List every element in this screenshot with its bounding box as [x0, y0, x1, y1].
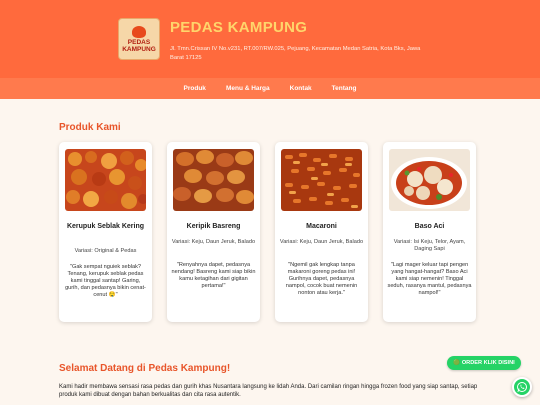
nav-link-produk[interactable]: Produk — [181, 85, 209, 92]
chili-flame-icon — [132, 25, 146, 38]
logo-text-line2: KAMPUNG — [122, 45, 156, 53]
welcome-title: Selamat Datang di Pedas Kampung! — [59, 363, 231, 374]
product-variant: Variasi: Original & Pedas — [74, 248, 137, 254]
product-image-kerupuk — [65, 149, 146, 211]
product-quote: "Lagi mager keluar tapi pengen yang hang… — [387, 262, 472, 296]
product-quote: "Ngemil gak lengkap tanpa makaroni goren… — [285, 262, 358, 296]
products-section-title: Produk Kami — [59, 122, 121, 133]
store-address: Jl. Tmn.Crissan IV No.v231, RT.007/RW.02… — [170, 46, 421, 61]
product-card-basreng[interactable]: Keripik Basreng Variasi: Keju, Daun Jeru… — [167, 142, 260, 322]
whatsapp-icon — [517, 382, 527, 392]
product-name: Kerupuk Seblak Kering — [66, 223, 145, 230]
product-image-basreng — [173, 149, 254, 211]
brand-name: PEDAS KAMPUNG — [170, 19, 308, 36]
product-card-kerupuk[interactable]: Kerupuk Seblak Kering Variasi: Original … — [59, 142, 152, 322]
product-name: Keripik Basreng — [186, 223, 241, 230]
product-name: Macaroni — [306, 223, 337, 230]
product-card-baso-aci[interactable]: Baso Aci Variasi: Isi Keju, Telor, Ayam,… — [383, 142, 476, 322]
product-quote: "Renyahnya dapet, pedasnya nendang! Basr… — [171, 262, 256, 289]
whatsapp-float-button[interactable] — [512, 377, 532, 397]
logo-text-line1: PEDAS — [127, 38, 151, 46]
nav-link-menu-harga[interactable]: Menu & Harga — [223, 85, 273, 92]
product-variant: Variasi: Keju, Daun Jeruk, Balado — [171, 239, 256, 245]
welcome-text: Kami hadir membawa sensasi rasa pedas da… — [59, 384, 478, 398]
product-name: Baso Aci — [414, 223, 445, 230]
nav-link-kontak[interactable]: Kontak — [287, 85, 315, 92]
brand-logo[interactable]: PEDAS KAMPUNG — [118, 18, 160, 60]
product-variant: Variasi: Isi Keju, Telor, Ayam, Daging S… — [393, 239, 466, 252]
product-card-macaroni[interactable]: Macaroni Variasi: Keju, Daun Jeruk, Bala… — [275, 142, 368, 322]
site-header: PEDAS KAMPUNG PEDAS KAMPUNG Jl. Tmn.Cris… — [0, 0, 540, 78]
product-image-macaroni — [281, 149, 362, 211]
main-nav: Produk Menu & Harga Kontak Tentang — [0, 78, 540, 99]
nav-link-tentang[interactable]: Tentang — [329, 85, 360, 92]
product-quote: "Gak sempat nguiek seblak? Tenang, kerup… — [65, 264, 146, 298]
product-variant: Variasi: Keju, Daun Jeruk, Balado — [279, 239, 364, 245]
order-whatsapp-button[interactable]: 🟢 ORDER KLIK DISINI — [447, 356, 521, 370]
product-image-baso-aci — [389, 149, 470, 211]
